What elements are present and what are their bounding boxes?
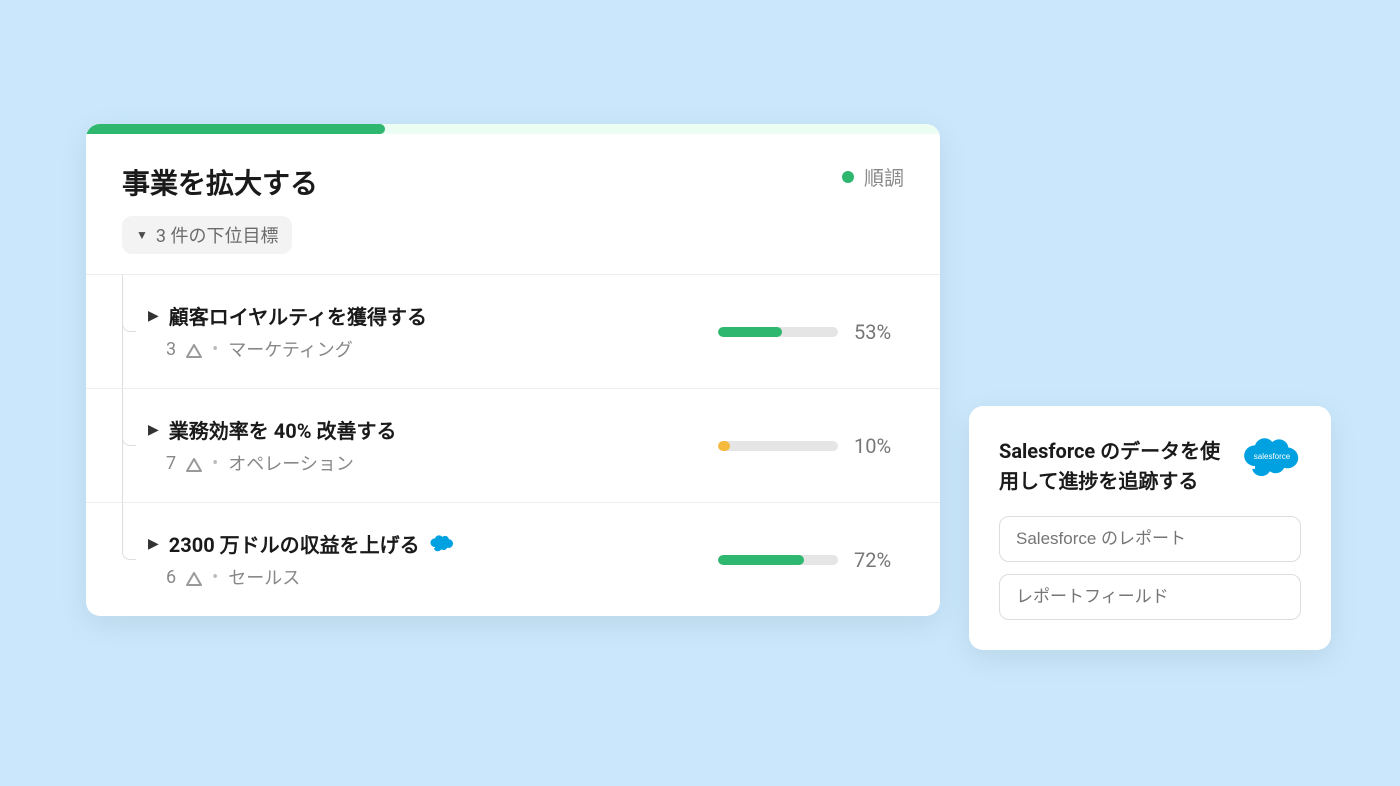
- progress-track: [718, 555, 838, 565]
- goal-title: 事業を拡大する: [122, 162, 318, 202]
- expand-caret-icon[interactable]: ▶: [148, 308, 159, 324]
- subgoal-title: 顧客ロイヤルティを獲得する: [169, 301, 427, 330]
- salesforce-report-input[interactable]: [999, 516, 1301, 562]
- subgoal-row[interactable]: ▶ 顧客ロイヤルティを獲得する 3 • マーケティング 53%: [86, 275, 940, 389]
- subgoal-row[interactable]: ▶ 2300 万ドルの収益を上げる 6 • セールス: [86, 503, 940, 616]
- subgoal-row[interactable]: ▶ 業務効率を 40% 改善する 7 • オペレーション 10%: [86, 389, 940, 503]
- header-progress-fill: [86, 124, 385, 134]
- salesforce-icon: [430, 535, 454, 552]
- progress-indicator: 10%: [718, 434, 904, 458]
- subgoal-count: 7: [166, 453, 176, 474]
- subgoals-toggle[interactable]: ▼ 3 件の下位目標: [122, 216, 292, 254]
- subgoal-meta: 6 • セールス: [166, 564, 718, 590]
- subgoal-meta: 7 • オペレーション: [166, 450, 718, 476]
- progress-fill: [718, 555, 804, 565]
- subgoal-category: セールス: [228, 564, 300, 590]
- status-text: 順調: [864, 162, 904, 191]
- status-indicator: 順調: [842, 162, 904, 191]
- subgoals-list: ▶ 顧客ロイヤルティを獲得する 3 • マーケティング 53%: [86, 274, 940, 616]
- expand-caret-icon[interactable]: ▶: [148, 536, 159, 552]
- status-dot-icon: [842, 171, 854, 183]
- triangle-icon: [186, 456, 202, 470]
- salesforce-panel: Salesforce のデータを使用して進捗を追跡する salesforce: [969, 406, 1331, 650]
- progress-indicator: 53%: [718, 320, 904, 344]
- subgoals-label: 3 件の下位目標: [156, 222, 279, 248]
- tree-branch-icon: [122, 503, 136, 560]
- caret-down-icon: ▼: [136, 228, 148, 242]
- subgoal-title: 2300 万ドルの収益を上げる: [169, 529, 420, 558]
- progress-indicator: 72%: [718, 548, 904, 572]
- header-progress-track: [86, 124, 940, 134]
- progress-percent: 72%: [854, 548, 904, 572]
- tree-branch-icon: [122, 389, 136, 446]
- subgoal-category: オペレーション: [228, 450, 354, 476]
- subgoal-category: マーケティング: [228, 336, 353, 362]
- separator-icon: •: [212, 453, 218, 474]
- progress-fill: [718, 327, 782, 337]
- triangle-icon: [186, 342, 202, 356]
- progress-fill: [718, 441, 730, 451]
- tree-branch-icon: [122, 275, 136, 332]
- subgoal-count: 6: [166, 567, 176, 588]
- separator-icon: •: [212, 567, 218, 588]
- goal-card: 事業を拡大する ▼ 3 件の下位目標 順調 ▶ 顧客ロイヤルティを獲得する 3: [86, 124, 940, 616]
- subgoal-count: 3: [166, 339, 176, 360]
- svg-text:salesforce: salesforce: [1254, 452, 1291, 461]
- separator-icon: •: [212, 339, 218, 360]
- salesforce-panel-title: Salesforce のデータを使用して進捗を追跡する: [999, 436, 1231, 496]
- progress-percent: 53%: [854, 320, 904, 344]
- card-header: 事業を拡大する ▼ 3 件の下位目標 順調: [86, 134, 940, 274]
- report-field-input[interactable]: [999, 574, 1301, 620]
- progress-percent: 10%: [854, 434, 904, 458]
- progress-track: [718, 441, 838, 451]
- progress-track: [718, 327, 838, 337]
- expand-caret-icon[interactable]: ▶: [148, 422, 159, 438]
- triangle-icon: [186, 570, 202, 584]
- subgoal-title: 業務効率を 40% 改善する: [169, 415, 397, 444]
- salesforce-logo-icon: salesforce: [1243, 436, 1301, 480]
- subgoal-meta: 3 • マーケティング: [166, 336, 718, 362]
